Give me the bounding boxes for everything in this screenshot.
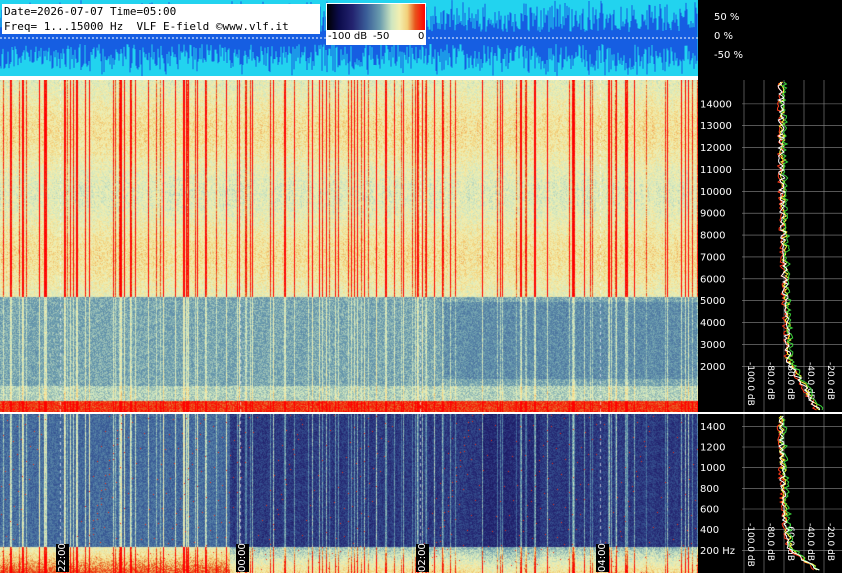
side-lower-tick-label: 600 xyxy=(700,505,719,516)
side-upper-tick-label: 12000 xyxy=(700,143,732,154)
side-lower-tick-label: 1400 xyxy=(700,422,725,433)
spectrogram-upper xyxy=(0,80,698,412)
side-upper-tick-label: 8000 xyxy=(700,231,725,242)
side-lower-db-label: -40.0 dB xyxy=(805,523,815,561)
side-upper-tick-label: 5000 xyxy=(700,296,725,307)
time-marker: 04:00 xyxy=(596,543,609,572)
side-lower-tick-label: 400 xyxy=(700,525,719,536)
side-lower-tick-label: 800 xyxy=(700,484,719,495)
colorbar-label-max: 0 xyxy=(418,31,425,42)
percent-label-0: 0 % xyxy=(714,31,734,42)
side-upper-tick-label: 7000 xyxy=(700,252,725,263)
time-marker: 00:00 xyxy=(236,543,249,572)
side-lower-tick-label: 1200 xyxy=(700,443,725,454)
percent-label-minus50: -50 % xyxy=(714,50,744,61)
side-upper-tick-label: 4000 xyxy=(700,318,725,329)
side-upper-tick-label: 6000 xyxy=(700,274,725,285)
side-upper-db-label: -100.0 dB xyxy=(745,362,755,406)
side-spectrum-upper: 2000 3000 4000 5000 6000 7000 8000 9000 10000 110… xyxy=(698,80,842,412)
percent-label-50: 50 % xyxy=(714,12,740,23)
side-lower-db-label: -20.0 dB xyxy=(825,523,835,561)
spectrogram-lower xyxy=(0,414,698,573)
side-upper-tick-label: 10000 xyxy=(700,187,732,198)
time-marker: 22:00 xyxy=(56,543,69,572)
side-upper-db-label: -80.0 dB xyxy=(765,362,775,400)
time-marker: 02:00 xyxy=(416,543,429,572)
side-lower-db-label: -100.0 dB xyxy=(745,523,755,567)
side-lower-db-label: -80.0 dB xyxy=(765,523,775,561)
side-upper-tick-label: 14000 xyxy=(700,99,732,110)
colorbar-label-mid: -50 xyxy=(373,31,390,42)
colorbar-label-min: -100 dB xyxy=(328,31,368,42)
date-time-line: Date=2026-07-07 Time=05:00 xyxy=(4,5,177,18)
colorbar-gradient xyxy=(327,4,425,30)
side-lower-tick-label: 1000 xyxy=(700,463,725,474)
side-upper-tick-label: 9000 xyxy=(700,209,725,220)
side-upper-tick-label: 2000 xyxy=(700,362,725,373)
colorbar: -100 dB -50 0 xyxy=(326,3,426,45)
side-upper-tick-label: 3000 xyxy=(700,340,725,351)
side-upper-tick-label: 11000 xyxy=(700,165,732,176)
side-upper-tick-label: 13000 xyxy=(700,121,732,132)
side-spectrum-lower: 200 Hz 400 600 800 1000 1200 1400 -100.0 dB -80.… xyxy=(698,414,842,573)
side-upper-db-label: -20.0 dB xyxy=(825,362,835,400)
info-box: Date=2026-07-07 Time=05:00 Freq= 1...1500… xyxy=(2,4,320,34)
freq-line: Freq= 1...15000 Hz VLF E-field ©www.vlf.… xyxy=(4,20,289,33)
side-lower-tick-label: 200 Hz xyxy=(700,546,735,557)
